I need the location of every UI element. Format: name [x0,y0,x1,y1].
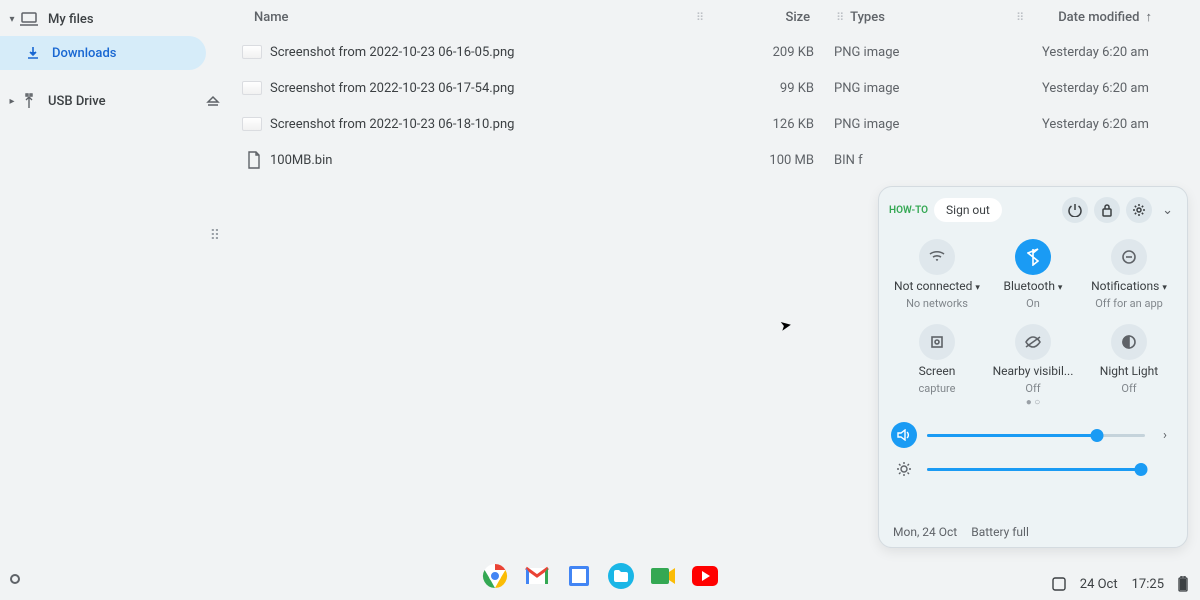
usb-icon [18,93,40,109]
volume-slider[interactable]: › [889,418,1177,452]
quick-settings-battery: Battery full [971,525,1029,539]
youtube-app-icon[interactable] [692,563,718,589]
file-name: Screenshot from 2022-10-23 06-17-54.png [270,81,714,96]
quick-settings-date: Mon, 24 Oct [893,525,957,539]
download-icon [22,45,44,61]
page-indicator-icon: ● ○ [889,397,1177,408]
file-type: PNG image [834,117,994,132]
volume-icon [891,422,917,448]
caret-down-icon: ▾ [1058,283,1063,293]
tile-bluetooth[interactable]: Bluetooth ▾ On [985,239,1081,310]
shelf-date: 24 Oct [1080,577,1118,592]
sidebar: ▾ My files Downloads ▸ USB Drive ⠿ [0,0,230,600]
shelf: 24 Oct 17:25 [0,552,1200,600]
tile-nearby-visibility[interactable]: Nearby visibil... Off [985,324,1081,395]
file-row[interactable]: Screenshot from 2022-10-23 06-18-10.png … [230,106,1200,142]
tile-night-light[interactable]: Night Light Off [1081,324,1177,395]
brightness-icon [891,456,917,482]
file-date: Yesterday 6:20 am [994,45,1200,60]
gmail-app-icon[interactable] [524,563,550,589]
file-icon [230,151,270,169]
do-not-disturb-icon [1111,239,1147,275]
tile-network[interactable]: Not connected ▾ No networks [889,239,985,310]
file-row[interactable]: Screenshot from 2022-10-23 06-17-54.png … [230,70,1200,106]
drag-handle-icon[interactable]: ⠿ [1010,11,1030,24]
column-header-types[interactable]: Types [850,10,1010,25]
file-size: 99 KB [714,81,834,96]
quick-settings-panel: HOW-TO Sign out ⌄ Not connected ▾ No net… [878,186,1188,548]
laptop-icon [18,12,40,26]
tile-notifications[interactable]: Notifications ▾ Off for an app [1081,239,1177,310]
file-name: Screenshot from 2022-10-23 06-16-05.png [270,45,714,60]
column-header-size[interactable]: Size [710,10,830,25]
file-date: Yesterday 6:20 am [994,117,1200,132]
file-size: 126 KB [714,117,834,132]
caret-down-icon: ▾ [1162,283,1167,293]
launcher-button[interactable] [10,574,20,584]
wifi-off-icon [919,239,955,275]
file-row[interactable]: Screenshot from 2022-10-23 06-16-05.png … [230,34,1200,70]
chevron-down-icon[interactable]: ⌄ [1158,203,1177,218]
sidebar-resize-handle[interactable]: ⠿ [0,228,230,244]
sidebar-item-downloads[interactable]: Downloads [0,36,206,70]
file-name: 100MB.bin [270,153,714,168]
drag-handle-icon[interactable]: ⠿ [690,11,710,24]
sidebar-item-usb-drive[interactable]: ▸ USB Drive [0,84,230,118]
mouse-cursor-icon: ➤ [779,317,793,335]
shelf-time: 17:25 [1132,577,1164,592]
eject-icon[interactable] [206,95,220,107]
visibility-off-icon [1015,324,1051,360]
file-date: Yesterday 6:20 am [994,81,1200,96]
chevron-right-icon[interactable]: › [1155,428,1175,443]
tile-screen-capture[interactable]: Screen capture [889,324,985,395]
file-size: 209 KB [714,45,834,60]
calendar-app-icon[interactable] [566,563,592,589]
meet-app-icon[interactable] [650,563,676,589]
sidebar-item-label: USB Drive [48,94,106,109]
lock-icon[interactable] [1094,197,1120,223]
slider-track[interactable] [927,468,1145,471]
files-app-icon[interactable] [608,563,634,589]
brightness-slider[interactable] [889,452,1177,486]
status-area[interactable]: 24 Oct 17:25 [1052,576,1188,592]
file-row[interactable]: 100MB.bin 100 MB BIN f [230,142,1200,178]
caret-down-icon: ▾ [975,283,980,293]
sidebar-item-my-files[interactable]: ▾ My files [0,2,230,36]
settings-gear-icon[interactable] [1126,197,1152,223]
howto-label: HOW-TO [889,205,928,216]
file-name: Screenshot from 2022-10-23 06-18-10.png [270,117,714,132]
bluetooth-icon [1015,239,1051,275]
drag-handle-icon[interactable]: ⠿ [830,11,850,24]
chrome-app-icon[interactable] [482,563,508,589]
file-rows: Screenshot from 2022-10-23 06-16-05.png … [230,34,1200,178]
sidebar-item-label: My files [48,12,94,27]
sort-ascending-icon: ↑ [1145,9,1152,25]
power-icon[interactable] [1062,197,1088,223]
sign-out-button[interactable]: Sign out [934,198,1002,222]
column-header-date[interactable]: Date modified ↑ [1030,9,1200,25]
screen-capture-icon [919,324,955,360]
column-header-name[interactable]: Name [230,10,690,25]
sidebar-item-label: Downloads [52,46,116,61]
file-type: PNG image [834,45,994,60]
image-thumbnail-icon [230,45,270,59]
image-thumbnail-icon [230,81,270,95]
slider-track[interactable] [927,434,1145,437]
file-type: BIN f [834,153,994,168]
notification-indicator-icon [1052,577,1066,591]
file-size: 100 MB [714,153,834,168]
shelf-apps [482,563,718,589]
night-light-icon [1111,324,1147,360]
battery-icon [1178,576,1188,592]
image-thumbnail-icon [230,117,270,131]
chevron-down-icon: ▾ [6,14,18,25]
column-headers: Name ⠿ Size ⠿ Types ⠿ Date modified ↑ [230,0,1200,34]
chevron-right-icon: ▸ [6,96,18,107]
file-type: PNG image [834,81,994,96]
